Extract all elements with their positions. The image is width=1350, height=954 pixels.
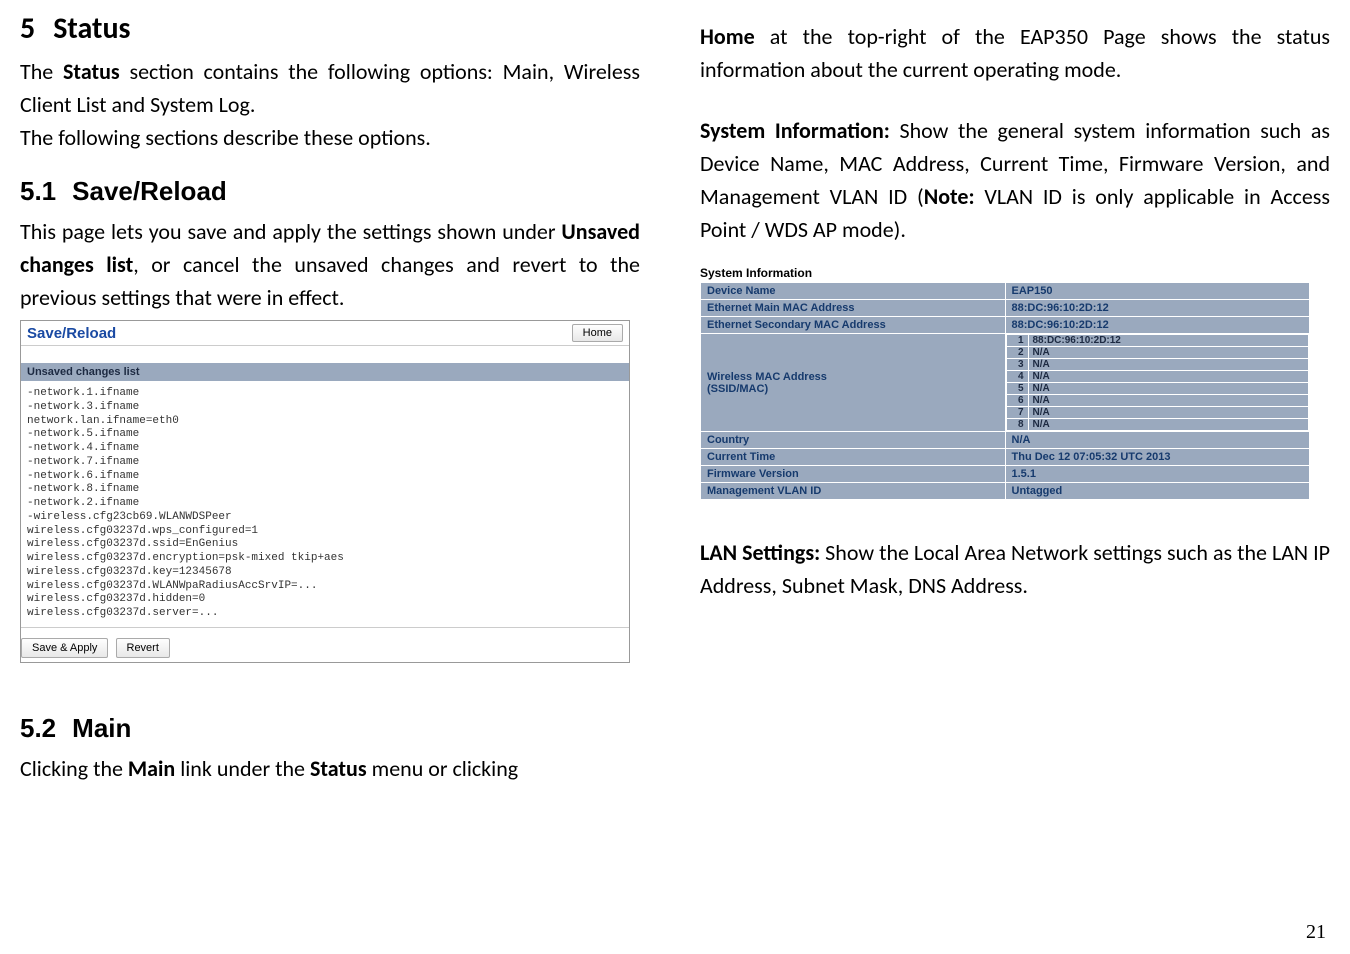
panel-title: Save/Reload xyxy=(27,325,116,342)
section-heading: 5 Status xyxy=(20,10,640,47)
home-button[interactable]: Home xyxy=(572,324,623,342)
paragraph: This page lets you save and apply the se… xyxy=(20,215,640,314)
paragraph: The Status section contains the followin… xyxy=(20,55,640,121)
section-number: 5 xyxy=(20,10,35,47)
table-row: Ethernet Main MAC Address88:DC:96:10:2D:… xyxy=(701,300,1310,317)
page-number: 21 xyxy=(1306,921,1326,944)
paragraph: The following sections describe these op… xyxy=(20,121,640,154)
paragraph: Clicking the Main link under the Status … xyxy=(20,752,640,785)
table-row: Ethernet Secondary MAC Address88:DC:96:1… xyxy=(701,317,1310,334)
paragraph: System Information: Show the general sys… xyxy=(700,114,1330,246)
revert-button[interactable]: Revert xyxy=(116,638,170,658)
table-row: Device NameEAP150 xyxy=(701,283,1310,300)
system-information-screenshot: System Information Device NameEAP150 Eth… xyxy=(700,266,1310,500)
save-reload-screenshot: Save/Reload Home Unsaved changes list -n… xyxy=(20,320,630,663)
subsection-number: 5.2 xyxy=(20,713,56,744)
table-row: Management VLAN IDUntagged xyxy=(701,483,1310,500)
unsaved-changes-list: -network.1.ifname -network.3.ifname netw… xyxy=(21,381,629,628)
subsection-heading: 5.2 Main xyxy=(20,713,640,744)
table-row: Current TimeThu Dec 12 07:05:32 UTC 2013 xyxy=(701,449,1310,466)
section-title: Status xyxy=(53,10,130,47)
table-row: CountryN/A xyxy=(701,432,1310,449)
paragraph: LAN Settings: Show the Local Area Networ… xyxy=(700,536,1330,602)
subsection-title: Save/Reload xyxy=(72,176,227,207)
unsaved-changes-bar: Unsaved changes list xyxy=(21,362,629,381)
table-row: Firmware Version1.5.1 xyxy=(701,466,1310,483)
paragraph: Home at the top-right of the EAP350 Page… xyxy=(700,20,1330,86)
subsection-number: 5.1 xyxy=(20,176,56,207)
subsection-heading: 5.1 Save/Reload xyxy=(20,176,640,207)
save-apply-button[interactable]: Save & Apply xyxy=(21,638,108,658)
table-title: System Information xyxy=(700,266,1310,280)
subsection-title: Main xyxy=(72,713,131,744)
table-row: Wireless MAC Address (SSID/MAC) 188:DC:9… xyxy=(701,334,1310,432)
system-info-table: Device NameEAP150 Ethernet Main MAC Addr… xyxy=(700,282,1310,500)
